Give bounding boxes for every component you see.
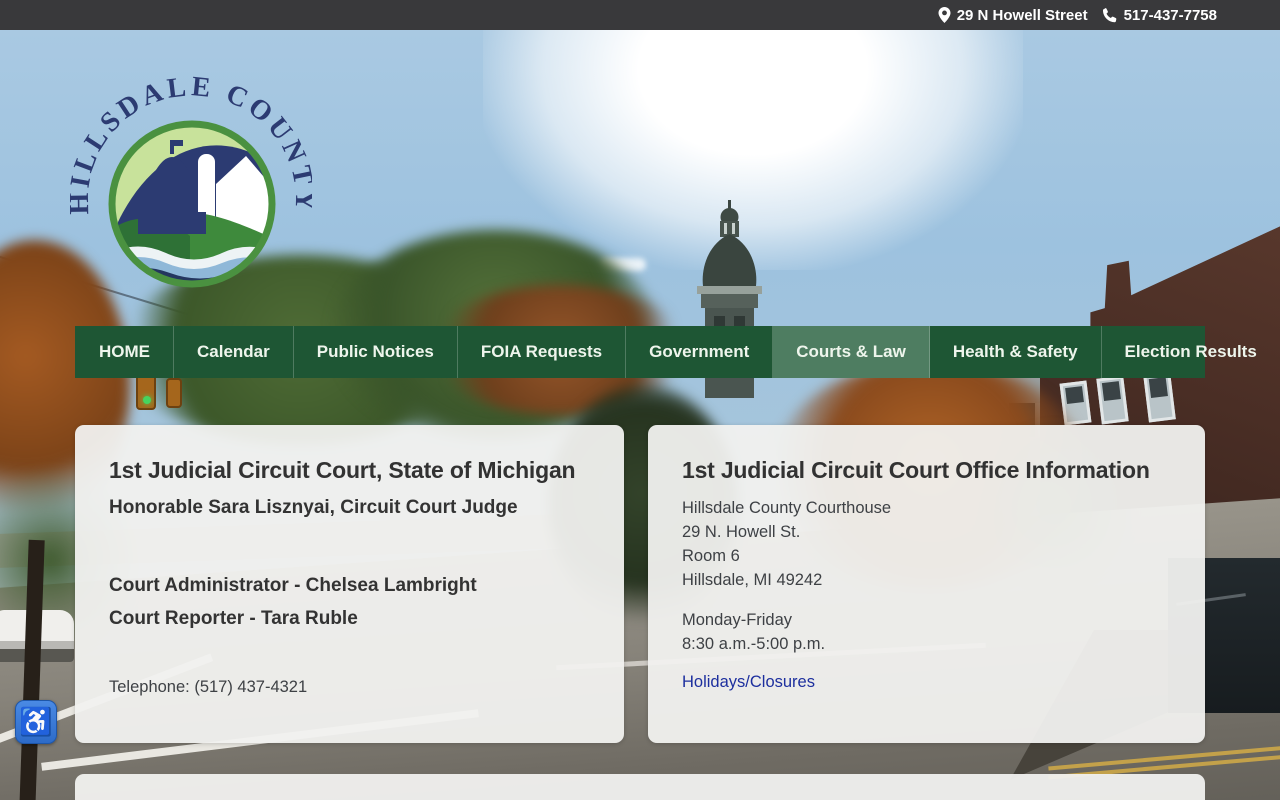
page: 29 N Howell Street 517-437-7758 LLSDALE … <box>0 0 1280 800</box>
circuit-court-card: 1st Judicial Circuit Court, State of Mic… <box>75 425 624 743</box>
address-line: Hillsdale, MI 49242 <box>682 571 823 589</box>
office-hours: Monday-Friday 8:30 a.m.-5:00 p.m. <box>682 608 1171 656</box>
topbar: 29 N Howell Street 517-437-7758 <box>0 0 1280 30</box>
county-logo[interactable]: HILLSDALE COUNTY <box>70 52 312 294</box>
nav-item-courts-law[interactable]: Courts & Law <box>773 326 930 378</box>
topbar-address-text: 29 N Howell Street <box>956 6 1088 24</box>
phone-icon <box>1102 8 1116 23</box>
building-window <box>1096 375 1129 425</box>
court-telephone: Telephone: (517) 437-4321 <box>109 678 308 696</box>
main-nav: HOME Calendar Public Notices FOIA Reques… <box>75 326 1280 378</box>
nav-item-foia-requests[interactable]: FOIA Requests <box>458 326 627 378</box>
address-line: 29 N. Howell St. <box>682 523 801 541</box>
office-info-title: 1st Judicial Circuit Court Office Inform… <box>682 457 1150 483</box>
hours-days: Monday-Friday <box>682 611 793 629</box>
hours-times: 8:30 a.m.-5:00 p.m. <box>682 635 826 653</box>
nav-item-government[interactable]: Government <box>626 326 774 378</box>
circuit-court-title: 1st Judicial Circuit Court, State of Mic… <box>109 457 576 483</box>
topbar-address: 29 N Howell Street <box>938 7 1088 24</box>
nav-item-public-notices[interactable]: Public Notices <box>294 326 458 378</box>
address-line: Room 6 <box>682 547 740 565</box>
address-line: Hillsdale County Courthouse <box>682 499 892 517</box>
nav-item-election-results[interactable]: Election Results <box>1102 326 1280 378</box>
nav-item-calendar[interactable]: Calendar <box>174 326 294 378</box>
nav-item-health-safety[interactable]: Health & Safety <box>930 326 1102 378</box>
accessibility-button[interactable]: ♿ <box>15 700 57 744</box>
office-address: Hillsdale County Courthouse 29 N. Howell… <box>682 496 1171 592</box>
holidays-closures-link[interactable]: Holidays/Closures <box>682 673 815 692</box>
office-info-card: 1st Judicial Circuit Court Office Inform… <box>648 425 1205 743</box>
traffic-light <box>166 378 182 408</box>
court-staff: Court Administrator - Chelsea Lambright … <box>109 569 590 635</box>
court-administrator: Court Administrator - Chelsea Lambright <box>109 575 477 596</box>
hero-photo: HILLSDALE COUNTY HOME Calendar Public No… <box>0 30 1280 800</box>
nav-item-home[interactable]: HOME <box>75 326 174 378</box>
judge-name: Honorable Sara Lisznyai, Circuit Court J… <box>109 497 518 518</box>
location-pin-icon <box>938 7 951 23</box>
next-section-card <box>75 774 1205 800</box>
court-reporter: Court Reporter - Tara Ruble <box>109 608 358 629</box>
building-window <box>1143 371 1176 423</box>
topbar-phone-text: 517-437-7758 <box>1123 6 1217 24</box>
wheelchair-icon: ♿ <box>19 707 53 737</box>
topbar-phone: 517-437-7758 <box>1102 7 1217 24</box>
